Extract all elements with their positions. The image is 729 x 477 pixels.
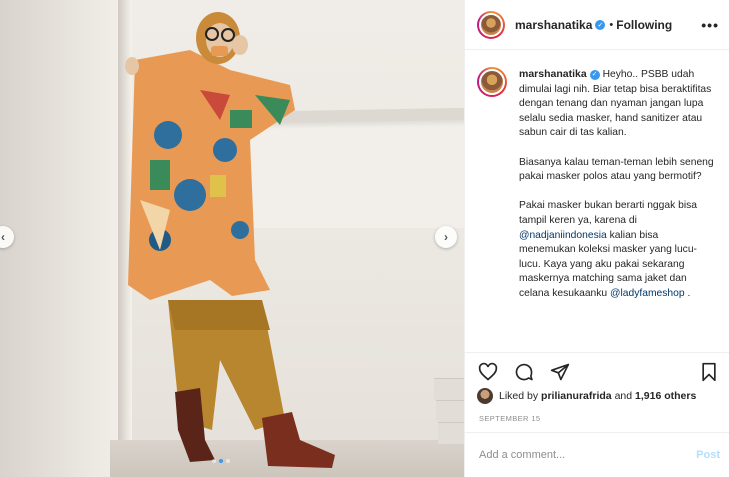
chevron-right-icon[interactable]: › xyxy=(435,226,457,248)
carousel-dot-active xyxy=(219,459,223,463)
verified-badge-icon: ✓ xyxy=(589,70,600,81)
likes-prefix: Liked by xyxy=(499,390,539,402)
avatar[interactable] xyxy=(477,67,507,97)
post-comment-button[interactable]: Post xyxy=(696,449,720,461)
separator-dot: • xyxy=(609,18,614,31)
mention-link[interactable]: @ladyfameshop xyxy=(610,288,685,299)
carousel-dot xyxy=(226,459,230,463)
liker-username[interactable]: prilianurafrida xyxy=(541,390,612,402)
comment-icon[interactable] xyxy=(513,361,535,383)
action-bar xyxy=(465,352,729,390)
caption-greeting: Heyho.. xyxy=(602,69,639,80)
avatar[interactable] xyxy=(477,10,505,39)
caption-area: marshanatika ✓ Heyho.. PSBB udah dimulai … xyxy=(465,51,729,351)
bookmark-icon[interactable] xyxy=(698,361,720,383)
caption-paragraph: Biasanya kalau teman-teman lebih seneng … xyxy=(519,156,714,183)
following-button[interactable]: Following xyxy=(616,18,672,32)
post-sidebar: marshanatika ✓ • Following ••• marshanat… xyxy=(464,0,729,477)
more-options-icon[interactable]: ••• xyxy=(701,17,719,33)
post-header: marshanatika ✓ • Following ••• xyxy=(465,0,729,50)
caption: marshanatika ✓ Heyho.. PSBB udah dimulai … xyxy=(519,67,716,351)
likes-summary: Liked by prilianurafrida and 1,916 other… xyxy=(477,388,696,404)
share-icon[interactable] xyxy=(549,361,571,383)
carousel-dot xyxy=(212,459,216,463)
likes-connector: and xyxy=(614,390,633,402)
heart-icon[interactable] xyxy=(477,361,499,383)
carousel-indicator xyxy=(212,459,230,463)
liker-avatar[interactable] xyxy=(477,388,493,404)
comment-form: Post xyxy=(465,432,729,477)
person-figure xyxy=(125,12,335,468)
mention-link[interactable]: @nadjaniindonesia xyxy=(519,230,607,241)
caption-username[interactable]: marshanatika xyxy=(519,68,587,80)
likes-others-link[interactable]: 1,916 others xyxy=(635,390,696,402)
comment-input[interactable] xyxy=(479,449,697,461)
username-link[interactable]: marshanatika xyxy=(515,18,592,32)
caption-paragraph: Pakai masker bukan berarti nggak bisa ta… xyxy=(519,200,698,226)
verified-badge-icon: ✓ xyxy=(595,19,606,30)
post-photo[interactable]: ‹ › xyxy=(0,0,464,477)
post-date: SEPTEMBER 15 xyxy=(479,414,541,423)
caption-trailing: . xyxy=(687,287,691,299)
